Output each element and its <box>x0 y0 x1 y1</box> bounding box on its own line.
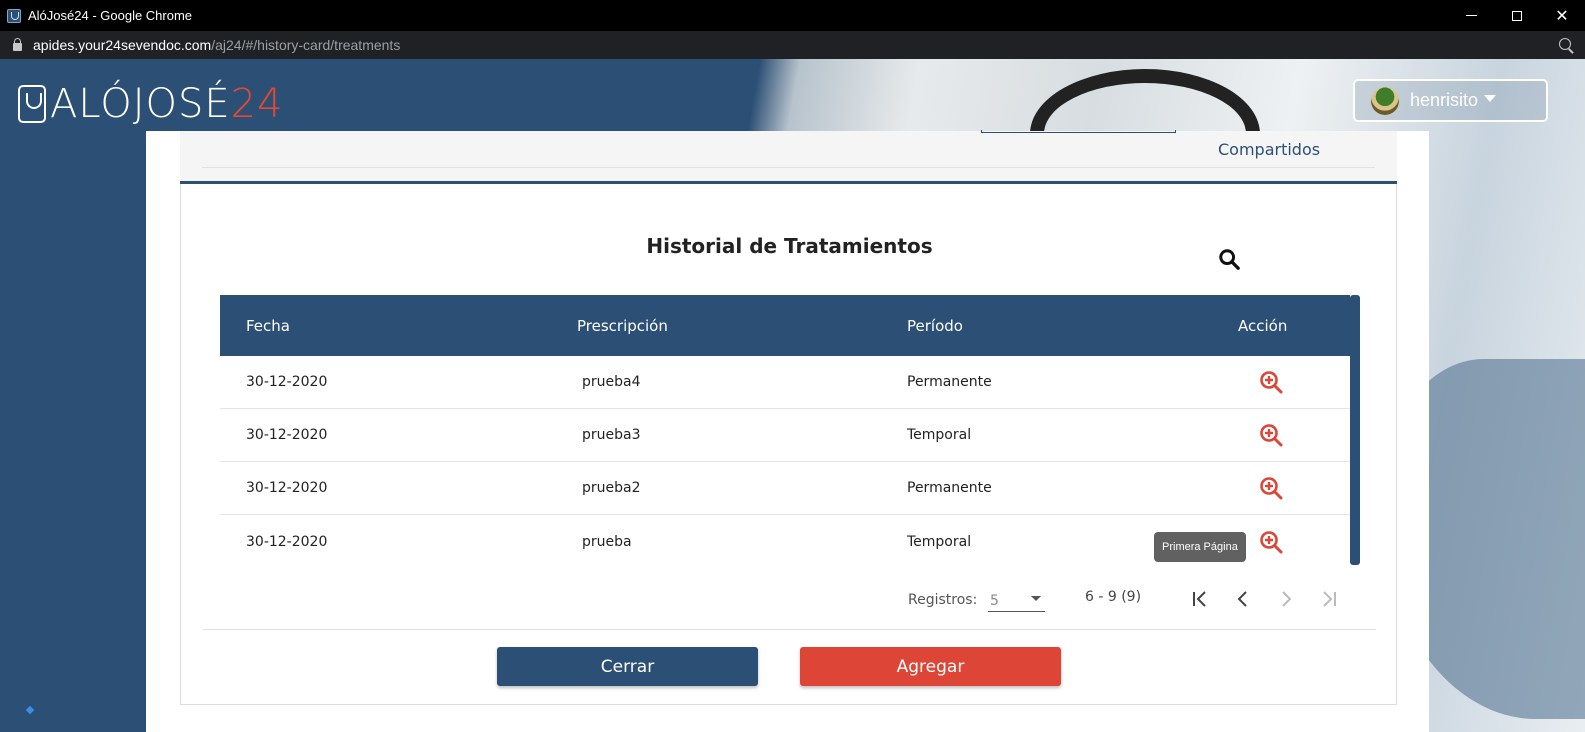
close-button[interactable]: Cerrar <box>497 647 758 686</box>
maximize-icon <box>1512 10 1522 21</box>
app-area: ALÓJOSÉ24 henrisito Compartidos Historia… <box>0 59 1585 732</box>
table-row: 30-12-2020 prueba4 Permanente <box>220 356 1350 409</box>
zoom-plus-icon[interactable] <box>1259 370 1283 394</box>
app-favicon-icon <box>7 8 21 23</box>
url-host: apides.your24sevendoc.com <box>33 37 212 53</box>
add-button[interactable]: Agregar <box>800 647 1061 686</box>
last-page-icon[interactable] <box>1317 587 1341 611</box>
treatments-modal: Compartidos Historial de Tratamientos Fe… <box>146 130 1429 732</box>
cell-periodo: Temporal <box>907 427 972 443</box>
url-path: /aj24/#/history-card/treatments <box>211 37 401 53</box>
lock-icon <box>13 38 22 51</box>
page-range-label: 6 - 9 (9) <box>1085 589 1142 605</box>
cell-prescripcion: prueba2 <box>582 480 641 496</box>
cell-fecha: 30-12-2020 <box>246 480 328 496</box>
address-bar[interactable]: apides.your24sevendoc.com/aj24/#/history… <box>0 31 1585 59</box>
paginator: Registros: 5 6 - 9 (9) <box>181 580 1398 620</box>
treatments-table: Fecha Prescripción Período Acción 30-12-… <box>220 295 1350 568</box>
divider <box>203 629 1376 630</box>
page-title: Historial de Tratamientos <box>646 234 933 258</box>
cell-fecha: 30-12-2020 <box>246 533 328 550</box>
minimize-icon <box>1465 15 1477 16</box>
next-page-icon[interactable] <box>1274 587 1298 611</box>
url-text[interactable]: apides.your24sevendoc.com/aj24/#/history… <box>33 37 400 53</box>
corner-indicator <box>25 705 35 715</box>
search-icon[interactable] <box>1218 248 1240 270</box>
column-header-prescripcion[interactable]: Prescripción <box>577 317 668 335</box>
prev-page-icon[interactable] <box>1231 587 1255 611</box>
logo-text-number: 24 <box>230 81 284 127</box>
user-name: henrisito <box>1410 90 1479 110</box>
column-header-accion: Acción <box>1238 316 1288 335</box>
modal-tab-strip: Compartidos <box>180 130 1397 181</box>
active-tab-indicator <box>981 130 1176 133</box>
app-logo[interactable]: ALÓJOSÉ24 <box>18 81 284 127</box>
close-icon: ✕ <box>1555 5 1569 25</box>
column-header-periodo[interactable]: Período <box>907 317 963 335</box>
user-menu-button[interactable]: henrisito <box>1353 79 1548 122</box>
chevron-down-icon <box>1484 95 1497 102</box>
browser-titlebar: AlóJosé24 - Google Chrome ✕ <box>0 0 1585 31</box>
cell-prescripcion: prueba4 <box>582 374 641 390</box>
avatar <box>1371 86 1399 115</box>
cell-prescripcion: prueba3 <box>582 427 641 443</box>
logo-text: ALÓJOSÉ24 <box>50 81 284 127</box>
close-window-button[interactable]: ✕ <box>1539 0 1585 31</box>
table-row: 30-12-2020 prueba3 Temporal <box>220 409 1350 462</box>
column-header-fecha[interactable]: Fecha <box>246 317 290 335</box>
table-header: Fecha Prescripción Período Acción <box>220 295 1350 356</box>
tooltip: Primera Página <box>1154 532 1246 562</box>
minimize-button[interactable] <box>1448 0 1494 31</box>
zoom-plus-icon[interactable] <box>1259 530 1283 554</box>
window-title: AlóJosé24 - Google Chrome <box>28 8 193 23</box>
page-size-value: 5 <box>990 593 999 609</box>
history-card: Historial de Tratamientos Fecha Prescrip… <box>180 184 1397 705</box>
cell-fecha: 30-12-2020 <box>246 427 328 443</box>
chevron-down-icon <box>1031 596 1041 601</box>
cell-prescripcion: prueba <box>582 533 632 550</box>
page-size-select[interactable]: 5 <box>988 590 1045 612</box>
cell-periodo: Permanente <box>907 374 992 390</box>
cell-fecha: 30-12-2020 <box>246 374 328 390</box>
table-row: 30-12-2020 prueba2 Permanente <box>220 462 1350 515</box>
divider <box>202 167 1375 168</box>
zoom-plus-icon[interactable] <box>1259 423 1283 447</box>
first-page-icon[interactable] <box>1188 587 1212 611</box>
page-size-label: Registros: <box>908 592 978 608</box>
stethoscope-logo-icon <box>18 85 46 123</box>
maximize-button[interactable] <box>1494 0 1540 31</box>
zoom-icon[interactable] <box>1559 38 1571 50</box>
cell-periodo: Temporal <box>907 533 972 550</box>
cell-periodo: Permanente <box>907 480 992 496</box>
logo-text-main: ALÓJOSÉ <box>50 81 231 127</box>
zoom-plus-icon[interactable] <box>1259 476 1283 500</box>
table-scrollbar[interactable] <box>1350 295 1360 565</box>
tab-compartidos[interactable]: Compartidos <box>1218 140 1320 159</box>
